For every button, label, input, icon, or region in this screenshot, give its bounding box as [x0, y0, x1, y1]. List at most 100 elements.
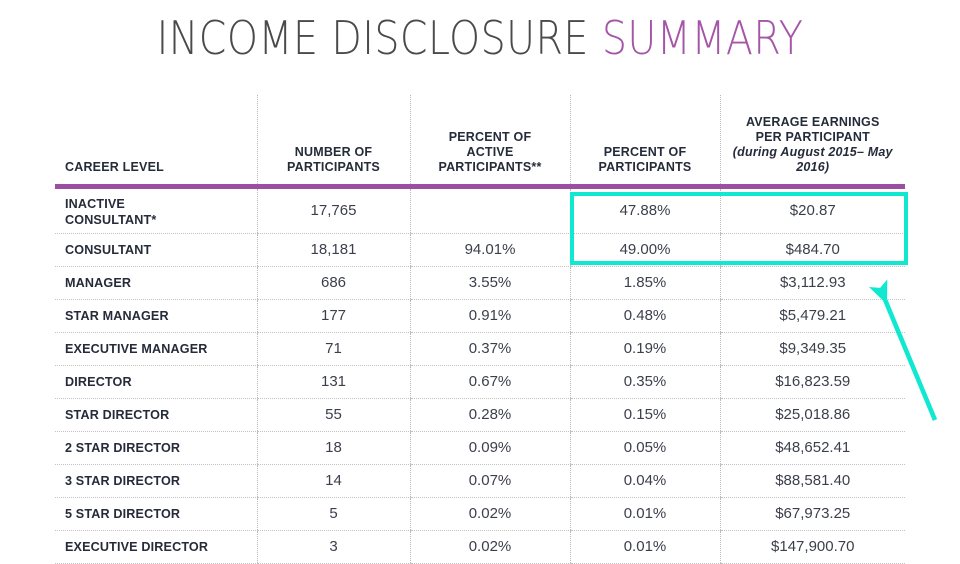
page-title: INCOME DISCLOSURE SUMMARY — [157, 12, 804, 64]
cell-career-level: 5 STAR DIRECTOR — [55, 497, 257, 531]
column-header-pct-line2: PARTICIPANTS — [598, 160, 692, 174]
cell-percent-active-participants: 94.01% — [409, 233, 570, 267]
page-title-bar: INCOME DISCLOSURE SUMMARY — [0, 0, 960, 72]
cell-percent-of-participants: 1.85% — [569, 266, 720, 300]
cell-percent-active-participants: 0.02% — [409, 530, 570, 564]
career-level-line1: CONSULTANT — [65, 242, 152, 257]
career-level-line1: DIRECTOR — [65, 374, 132, 389]
career-level-line1: MANAGER — [65, 275, 132, 290]
cell-percent-of-participants: 0.35% — [569, 365, 720, 399]
table-row: STAR MANAGER 177 0.91% 0.48% $5,479.21 — [55, 299, 905, 333]
career-level-line1: 5 STAR DIRECTOR — [65, 506, 181, 521]
column-header-number-line2: PARTICIPANTS — [287, 160, 380, 174]
cell-percent-active-participants: 0.91% — [409, 299, 570, 333]
page-title-main: INCOME DISCLOSURE — [156, 11, 602, 65]
cell-percent-active-participants: 0.07% — [409, 464, 570, 498]
column-header-career-level-text: CAREER LEVEL — [65, 160, 164, 174]
table-row: 5 STAR DIRECTOR 5 0.02% 0.01% $67,973.25 — [55, 497, 905, 531]
cell-percent-of-participants: 0.19% — [569, 332, 720, 366]
cell-average-earnings: $20.87 — [719, 189, 905, 234]
cell-average-earnings: $16,823.59 — [719, 365, 905, 399]
cell-percent-active-participants — [409, 189, 570, 234]
column-header-pctactive-line3: PARTICIPANTS** — [438, 160, 542, 174]
cell-career-level: MANAGER — [55, 266, 257, 300]
table-row: STAR DIRECTOR 55 0.28% 0.15% $25,018.86 — [55, 398, 905, 432]
table-body: INACTIVE CONSULTANT* 17,765 47.88% $20.87 CON… — [55, 189, 905, 564]
cell-career-level: 3 STAR DIRECTOR — [55, 464, 257, 498]
cell-percent-active-participants: 3.55% — [409, 266, 570, 300]
table-row: EXECUTIVE MANAGER 71 0.37% 0.19% $9,349.35 — [55, 332, 905, 366]
cell-average-earnings: $88,581.40 — [719, 464, 905, 498]
cell-average-earnings: $48,652.41 — [719, 431, 905, 465]
cell-number-of-participants: 18,181 — [256, 233, 410, 267]
cell-average-earnings: $484.70 — [719, 233, 905, 267]
career-level-line1: EXECUTIVE DIRECTOR — [65, 539, 209, 554]
cell-average-earnings: $25,018.86 — [719, 398, 905, 432]
cell-average-earnings: $3,112.93 — [719, 266, 905, 300]
column-header-percent-active-participants: PERCENT OF ACTIVE PARTICIPANTS** — [409, 95, 570, 184]
cell-career-level: STAR MANAGER — [55, 299, 257, 333]
cell-number-of-participants: 177 — [256, 299, 410, 333]
career-level-line1: EXECUTIVE MANAGER — [65, 341, 208, 356]
cell-average-earnings: $9,349.35 — [719, 332, 905, 366]
cell-career-level: INACTIVE CONSULTANT* — [55, 189, 257, 234]
table-row: DIRECTOR 131 0.67% 0.35% $16,823.59 — [55, 365, 905, 399]
cell-percent-of-participants: 0.04% — [569, 464, 720, 498]
cell-percent-of-participants: 0.15% — [569, 398, 720, 432]
career-level-line1: STAR DIRECTOR — [65, 407, 170, 422]
column-header-avg-line1: AVERAGE EARNINGS — [745, 115, 880, 129]
cell-percent-active-participants: 0.02% — [409, 497, 570, 531]
cell-career-level: STAR DIRECTOR — [55, 398, 257, 432]
cell-number-of-participants: 131 — [256, 365, 410, 399]
cell-career-level: 2 STAR DIRECTOR — [55, 431, 257, 465]
career-level-line1: 2 STAR DIRECTOR — [65, 440, 181, 455]
cell-percent-of-participants: 47.88% — [569, 189, 720, 234]
career-level-line1: STAR MANAGER — [65, 308, 169, 323]
column-header-avg-period: (during August 2015– May 2016) — [732, 145, 893, 174]
cell-average-earnings: $147,900.70 — [719, 530, 905, 564]
table-header: CAREER LEVEL NUMBER OF PARTICIPANTS PERC… — [55, 95, 905, 189]
column-header-avg-line2: PER PARTICIPANT — [755, 130, 870, 144]
cell-career-level: CONSULTANT — [55, 233, 257, 267]
cell-percent-of-participants: 49.00% — [569, 233, 720, 267]
table-row: CONSULTANT 18,181 94.01% 49.00% $484.70 — [55, 233, 905, 267]
cell-percent-active-participants: 0.37% — [409, 332, 570, 366]
column-header-percent-of-participants: PERCENT OF PARTICIPANTS — [569, 95, 720, 184]
column-header-career-level: CAREER LEVEL — [55, 95, 257, 184]
cell-percent-active-participants: 0.09% — [409, 431, 570, 465]
table-row: EXECUTIVE DIRECTOR 3 0.02% 0.01% $147,900.70 — [55, 530, 905, 564]
table-row: MANAGER 686 3.55% 1.85% $3,112.93 — [55, 266, 905, 300]
cell-average-earnings: $67,973.25 — [719, 497, 905, 531]
table-header-row: CAREER LEVEL NUMBER OF PARTICIPANTS PERC… — [55, 95, 905, 184]
cell-number-of-participants: 14 — [256, 464, 410, 498]
column-header-number-of-participants: NUMBER OF PARTICIPANTS — [256, 95, 410, 184]
cell-number-of-participants: 17,765 — [256, 189, 410, 234]
table-row: INACTIVE CONSULTANT* 17,765 47.88% $20.87 — [55, 189, 905, 234]
cell-percent-of-participants: 0.01% — [569, 530, 720, 564]
cell-average-earnings: $5,479.21 — [719, 299, 905, 333]
cell-number-of-participants: 18 — [256, 431, 410, 465]
column-header-pctactive-line1: PERCENT OF — [448, 130, 532, 144]
cell-percent-of-participants: 0.48% — [569, 299, 720, 333]
cell-percent-of-participants: 0.05% — [569, 431, 720, 465]
income-disclosure-table: CAREER LEVEL NUMBER OF PARTICIPANTS PERC… — [55, 95, 905, 564]
cell-number-of-participants: 5 — [256, 497, 410, 531]
cell-percent-active-participants: 0.67% — [409, 365, 570, 399]
cell-percent-active-participants: 0.28% — [409, 398, 570, 432]
table-row: 2 STAR DIRECTOR 18 0.09% 0.05% $48,652.41 — [55, 431, 905, 465]
career-level-line2: CONSULTANT* — [65, 212, 157, 227]
cell-number-of-participants: 55 — [256, 398, 410, 432]
cell-number-of-participants: 686 — [256, 266, 410, 300]
column-header-average-earnings: AVERAGE EARNINGS PER PARTICIPANT (during… — [719, 95, 905, 184]
cell-career-level: EXECUTIVE DIRECTOR — [55, 530, 257, 564]
cell-number-of-participants: 3 — [256, 530, 410, 564]
page-title-accent: SUMMARY — [601, 11, 804, 65]
cell-percent-of-participants: 0.01% — [569, 497, 720, 531]
cell-career-level: DIRECTOR — [55, 365, 257, 399]
column-header-number-line1: NUMBER OF — [294, 145, 373, 159]
column-header-pct-line1: PERCENT OF — [603, 145, 687, 159]
cell-number-of-participants: 71 — [256, 332, 410, 366]
table-row: 3 STAR DIRECTOR 14 0.07% 0.04% $88,581.40 — [55, 464, 905, 498]
cell-career-level: EXECUTIVE MANAGER — [55, 332, 257, 366]
career-level-line1: INACTIVE — [65, 196, 125, 211]
